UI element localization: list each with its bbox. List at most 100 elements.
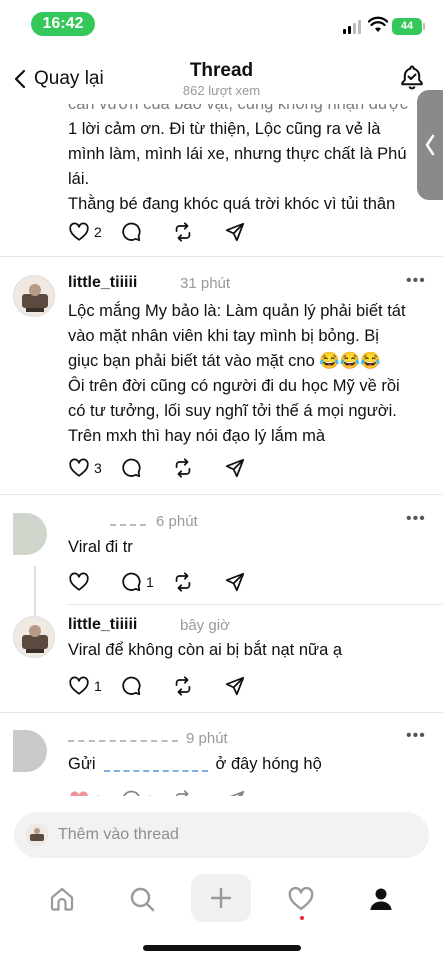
share-button[interactable]	[224, 570, 276, 594]
heart-icon	[69, 572, 89, 591]
share-button[interactable]	[224, 220, 276, 244]
clock: 16:42	[31, 12, 95, 36]
avatar	[26, 824, 48, 846]
bottom-tab-bar	[0, 868, 443, 932]
repost-button[interactable]	[172, 456, 224, 480]
avatar-image	[14, 276, 54, 316]
post-time: 9 phút	[186, 730, 228, 747]
post-text-end: ở đây hóng hộ	[215, 755, 322, 773]
reply-button[interactable]	[120, 456, 172, 480]
home-icon	[50, 887, 74, 911]
view-count: 862 lượt xem	[182, 83, 261, 98]
avatar[interactable]	[13, 513, 47, 555]
avatar-image	[26, 824, 48, 846]
post-line: giục bạn phải biết tát vào mặt cno 😂😂😂	[68, 352, 381, 370]
tab-profile[interactable]	[358, 876, 404, 922]
send-icon	[225, 572, 245, 592]
post-actions: 1	[68, 674, 276, 698]
repost-button[interactable]	[172, 788, 224, 796]
post-actions: 1 1	[68, 788, 276, 796]
repost-icon	[175, 676, 191, 696]
repost-button[interactable]	[172, 570, 224, 594]
tab-home[interactable]	[39, 876, 85, 922]
share-button[interactable]	[224, 674, 276, 698]
heart-icon	[288, 886, 314, 911]
heart-filled-icon	[70, 791, 88, 796]
reply-composer[interactable]: Thêm vào thread	[14, 812, 429, 858]
thread-feed[interactable]: cần vươn của bảo vật, cũng không nhận đư…	[0, 104, 443, 796]
more-options-icon[interactable]: •••	[406, 272, 426, 290]
avatar[interactable]	[13, 275, 55, 317]
like-button[interactable]: 1	[68, 674, 120, 698]
page-title: Thread	[189, 60, 254, 81]
post-actions: 3	[68, 456, 276, 480]
reply-button[interactable]: 1	[120, 570, 172, 594]
tab-new-thread[interactable]	[191, 874, 251, 922]
heart-icon	[69, 458, 89, 477]
reply-button[interactable]	[120, 220, 172, 244]
divider	[68, 604, 443, 605]
battery-icon: 44	[392, 18, 425, 35]
username[interactable]: little_tiiiii	[68, 274, 137, 292]
like-count: 3	[94, 460, 102, 476]
post-text-start: Gửi	[68, 755, 96, 773]
post-time: 31 phút	[180, 275, 231, 292]
post-line: cần vươn của bảo vật, cũng không nhận đư…	[68, 104, 409, 113]
post-line: mình làm, mình lái xe, nhưng thực chất l…	[68, 145, 407, 163]
post-line: có tư tưởng, lối suy nghĩ tởi thế á mọi …	[68, 402, 397, 420]
avatar[interactable]	[13, 616, 55, 658]
thread-header: Quay lại Thread 862 lượt xem	[0, 48, 443, 104]
more-options-icon[interactable]: •••	[406, 727, 426, 745]
post-line: Trên mxh thì hay nói đạo lý lắm mà	[68, 427, 326, 445]
tab-activity[interactable]	[278, 876, 324, 922]
send-icon	[225, 458, 245, 478]
comment-icon	[123, 790, 140, 796]
post-body: Viral để không còn ai bị bắt nạt nữa ạ	[68, 641, 343, 659]
post-body: Gửi ở đây hóng hộ	[68, 752, 322, 777]
repost-icon	[175, 572, 191, 592]
repost-button[interactable]	[172, 220, 224, 244]
reply-button[interactable]: 1	[120, 788, 172, 796]
share-button[interactable]	[224, 788, 276, 796]
divider	[0, 494, 443, 495]
post-actions: 2	[68, 220, 276, 244]
comment-icon	[122, 458, 141, 478]
avatar-image	[14, 617, 54, 657]
search-icon	[130, 887, 155, 912]
side-panel-handle[interactable]	[417, 90, 443, 200]
username[interactable]: little_tiiiii	[68, 616, 137, 634]
like-button[interactable]: 3	[68, 456, 120, 480]
like-count: 1	[94, 792, 102, 796]
more-options-icon[interactable]: •••	[406, 510, 426, 528]
post-time: 6 phút	[156, 513, 198, 530]
avatar[interactable]	[13, 730, 47, 772]
heart-icon	[69, 676, 89, 695]
repost-button[interactable]	[172, 674, 224, 698]
like-button[interactable]	[68, 570, 120, 594]
send-icon	[225, 222, 245, 242]
comment-icon	[122, 572, 141, 592]
profile-icon	[370, 888, 392, 910]
post-line: Lộc mắng My bảo là: Làm quản lý phải biế…	[68, 302, 406, 320]
like-button[interactable]: 2	[68, 220, 120, 244]
wifi-icon	[368, 16, 388, 32]
post-line: vào mặt nhân viên khi tay mình bị bỏng. …	[68, 327, 379, 345]
repost-icon	[175, 222, 191, 242]
share-button[interactable]	[224, 456, 276, 480]
post-line: Thằng bé đang khóc quá trời khóc vì tủi …	[68, 195, 396, 213]
tab-search[interactable]	[119, 876, 165, 922]
reply-count: 1	[146, 574, 154, 590]
status-bar: 16:42 44	[0, 0, 443, 48]
comment-icon	[122, 676, 141, 696]
send-icon	[229, 790, 245, 796]
post-body: Lộc mắng My bảo là: Làm quản lý phải biế…	[68, 299, 433, 449]
post-actions: 1	[68, 570, 276, 594]
post-line: 1 lời cảm ơn. Đi từ thiện, Lộc cũng ra v…	[68, 120, 381, 138]
repost-icon	[175, 790, 189, 796]
reply-button[interactable]	[120, 674, 172, 698]
post-line: Ôi trên đời cũng có người đi du học Mỹ v…	[68, 377, 400, 395]
plus-icon	[210, 887, 232, 909]
notification-bell-icon[interactable]	[399, 64, 425, 90]
like-button[interactable]: 1	[68, 788, 120, 796]
repost-icon	[175, 458, 191, 478]
